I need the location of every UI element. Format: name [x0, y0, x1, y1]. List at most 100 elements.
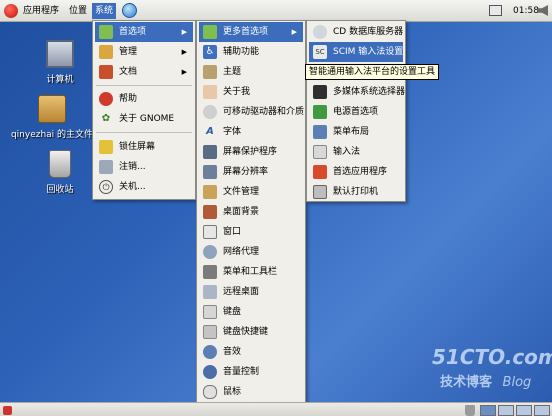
keyboard-icon: [203, 305, 217, 319]
trash-applet-icon[interactable]: [465, 405, 475, 416]
multimedia-icon: [313, 85, 327, 99]
system-dropdown-menu: 首选项 ▶ 管理 ▶ 文档 ▶ 帮助 ✿ 关于 GNOME 锁住屏幕 注销...…: [92, 20, 196, 200]
menu-item-file-management[interactable]: 文件管理: [199, 182, 303, 202]
menu-item-sound[interactable]: 音效: [199, 342, 303, 362]
workspace-4[interactable]: [534, 405, 550, 416]
menu-item-input-method[interactable]: 输入法: [309, 142, 403, 162]
menu-item-about-me[interactable]: 关于我: [199, 82, 303, 102]
redhat-logo-icon[interactable]: [4, 4, 18, 18]
menu-item-keyboard[interactable]: 键盘: [199, 302, 303, 322]
menu-item-preferred-applications[interactable]: 首选应用程序: [309, 162, 403, 182]
theme-icon: [203, 65, 217, 79]
menu-item-cd-database[interactable]: CD 数据库服务器: [309, 22, 403, 42]
desktop-icon-home[interactable]: qinyezhai 的主文件: [4, 95, 100, 140]
scim-icon: SC: [313, 45, 327, 59]
cd-database-icon: [313, 25, 327, 39]
about-me-icon: [203, 85, 217, 99]
menu-item-menu-layout[interactable]: 菜单布局: [309, 122, 403, 142]
menu-item-administration[interactable]: 管理 ▶: [95, 42, 193, 62]
resolution-icon: [203, 165, 217, 179]
sound-icon: [203, 345, 217, 359]
desktop-icon-label: 计算机: [46, 75, 74, 85]
menu-item-scim-settings[interactable]: SC SCIM 输入法设置: [309, 42, 403, 62]
places-menu[interactable]: 位置: [66, 3, 90, 19]
close-window-icon[interactable]: [3, 406, 12, 415]
menu-item-about-gnome[interactable]: ✿ 关于 GNOME: [95, 109, 193, 129]
logout-icon: [99, 160, 113, 174]
menu-item-more-preferences[interactable]: 更多首选项 ▶: [199, 22, 303, 42]
menu-item-screensaver[interactable]: 屏幕保护程序: [199, 142, 303, 162]
menu-item-default-printer[interactable]: 默认打印机: [309, 182, 403, 202]
menu-separator: [96, 85, 192, 86]
desktop-icon-label: qinyezhai 的主文件: [10, 130, 94, 140]
menu-item-keyboard-shortcuts[interactable]: 键盘快捷键: [199, 322, 303, 342]
menu-layout-icon: [313, 125, 327, 139]
scim-tooltip: 智能通用输入法平台的设置工具: [305, 64, 440, 80]
preferences-icon: [99, 25, 113, 39]
menu-item-help[interactable]: 帮助: [95, 89, 193, 109]
menu-item-windows[interactable]: 窗口: [199, 222, 303, 242]
keyboard-shortcuts-icon: [203, 325, 217, 339]
more-preferences-icon: [203, 25, 217, 39]
menu-item-accessibility[interactable]: ♿ 辅助功能: [199, 42, 303, 62]
applications-menu[interactable]: 应用程序: [20, 3, 62, 19]
screensaver-icon: [203, 145, 217, 159]
menu-item-multimedia-selector[interactable]: 多媒体系统选择器: [309, 82, 405, 102]
menu-item-remote-desktop[interactable]: 远程桌面: [199, 282, 303, 302]
menu-item-documents[interactable]: 文档 ▶: [95, 62, 193, 82]
submenu-arrow-icon: ▶: [181, 28, 187, 36]
workspace-3[interactable]: [516, 405, 532, 416]
menu-item-screen-resolution[interactable]: 屏幕分辨率: [199, 162, 303, 182]
clock[interactable]: 01:58: [510, 3, 542, 19]
show-desktop-icon[interactable]: [489, 5, 502, 16]
input-method-icon: [313, 145, 327, 159]
menu-item-network-proxy[interactable]: 网络代理: [199, 242, 303, 262]
system-menu[interactable]: 系统: [92, 3, 117, 19]
workspace-1[interactable]: [480, 405, 496, 416]
file-management-icon: [203, 185, 217, 199]
admin-icon: [99, 45, 113, 59]
trash-icon: [49, 150, 71, 178]
more-preferences-submenu: CD 数据库服务器 SC SCIM 输入法设置 多媒体系统选择器 电源首选项 菜…: [306, 20, 406, 202]
volume-control-icon: [203, 365, 217, 379]
lock-icon: [99, 140, 113, 154]
top-panel: 应用程序 位置 系统 01:58: [0, 0, 552, 22]
accessibility-icon: ♿: [203, 45, 217, 59]
printer-icon: [313, 185, 327, 199]
documents-icon: [99, 65, 113, 79]
menu-item-theme[interactable]: 主题: [199, 62, 303, 82]
web-browser-launcher-icon[interactable]: [122, 3, 137, 18]
menu-item-desktop-background[interactable]: 桌面背景: [199, 202, 303, 222]
menu-item-preferences[interactable]: 首选项 ▶: [95, 22, 193, 42]
submenu-arrow-icon: ▶: [291, 28, 297, 36]
menu-item-shutdown[interactable]: ⏻ 关机...: [95, 177, 193, 197]
removable-media-icon: [203, 105, 217, 119]
menu-item-menus-toolbars[interactable]: 菜单和工具栏: [199, 262, 303, 282]
gnome-icon: ✿: [101, 113, 111, 124]
watermark-subtitle: 技术博客 Blog: [440, 375, 532, 390]
menu-item-removable-media[interactable]: 可移动驱动器和介质: [199, 102, 304, 122]
preferred-apps-icon: [313, 165, 327, 179]
mouse-icon: [203, 385, 217, 399]
home-folder-icon: [38, 95, 66, 123]
watermark-site: 51CTO.com: [432, 345, 552, 369]
menu-item-volume-control[interactable]: 音量控制: [199, 362, 303, 382]
menu-separator: [96, 132, 192, 133]
submenu-arrow-icon: ▶: [181, 68, 187, 76]
workspace-2[interactable]: [498, 405, 514, 416]
menus-toolbars-icon: [203, 265, 217, 279]
shutdown-icon: ⏻: [99, 180, 113, 194]
power-icon: [313, 105, 327, 119]
remote-desktop-icon: [203, 285, 217, 299]
font-icon: A: [206, 126, 214, 137]
menu-item-logout[interactable]: 注销...: [95, 157, 193, 177]
menu-item-power-preferences[interactable]: 电源首选项: [309, 102, 403, 122]
computer-icon: [46, 40, 74, 68]
menu-item-lock-screen[interactable]: 锁住屏幕: [95, 137, 193, 157]
menu-item-mouse[interactable]: 鼠标: [199, 382, 303, 402]
desktop-icon-label: 回收站: [46, 185, 74, 195]
desktop-background-icon: [203, 205, 217, 219]
menu-item-font[interactable]: A 字体: [199, 122, 303, 142]
bottom-panel: [0, 402, 552, 416]
windows-icon: [203, 225, 217, 239]
